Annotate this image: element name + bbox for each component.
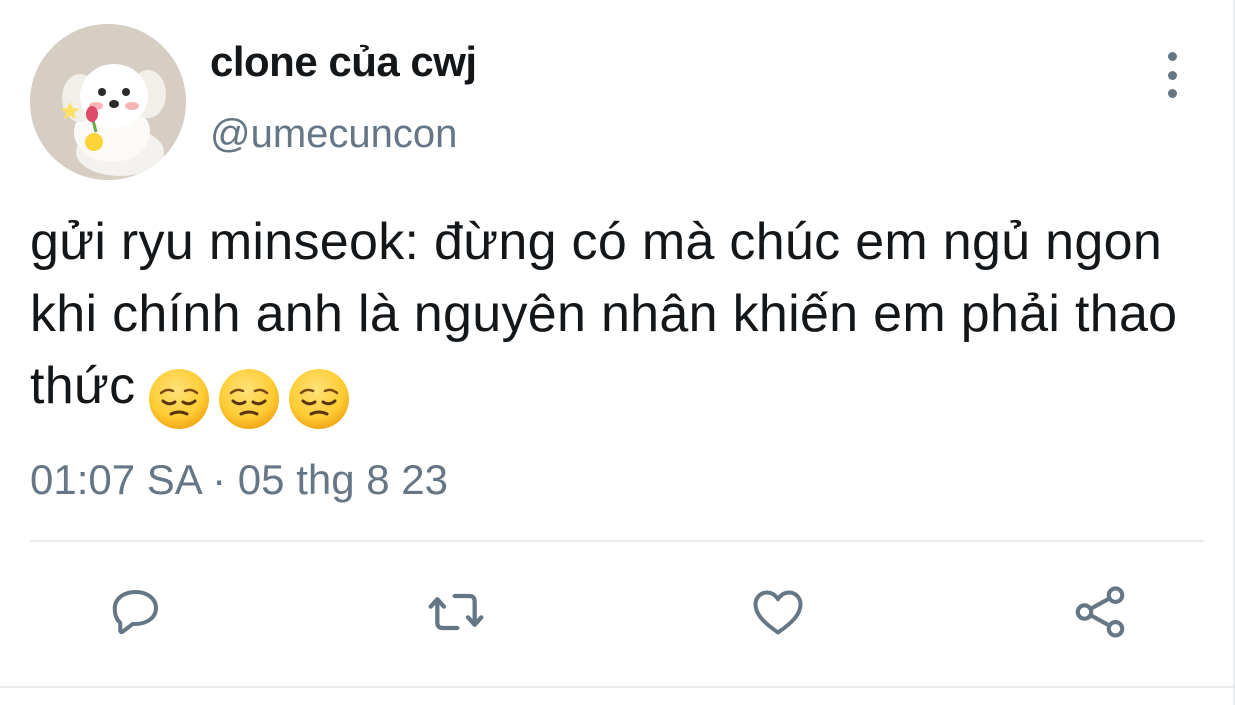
bottom-divider bbox=[0, 686, 1235, 688]
tweet-text-container: gửi ryu minseok: đừng có mà chúc em ngủ … bbox=[30, 206, 1210, 432]
retweet-icon bbox=[428, 593, 484, 631]
more-options-button[interactable] bbox=[1150, 52, 1194, 98]
divider bbox=[30, 540, 1204, 542]
tweet-card: clone của cwj @umecuncon gửi ryu minseok… bbox=[0, 0, 1235, 705]
share-button[interactable] bbox=[1068, 580, 1132, 644]
heart-icon bbox=[753, 590, 803, 635]
user-handle[interactable]: @umecuncon bbox=[210, 112, 457, 157]
tweet-timestamp[interactable]: 01:07 SA · 05 thg 8 23 bbox=[30, 456, 448, 504]
pensive-face-emoji bbox=[219, 369, 280, 430]
more-dot bbox=[1167, 70, 1177, 80]
retweet-button[interactable] bbox=[424, 580, 488, 644]
like-button[interactable] bbox=[746, 580, 810, 644]
tweet-actions-bar bbox=[0, 580, 1235, 646]
reply-icon bbox=[112, 590, 158, 635]
more-vertical-icon bbox=[1167, 52, 1177, 61]
avatar[interactable] bbox=[30, 24, 186, 180]
share-icon bbox=[1075, 586, 1125, 638]
more-dot bbox=[1167, 89, 1177, 98]
pensive-face-emoji bbox=[289, 369, 350, 430]
puppy-avatar-icon bbox=[30, 24, 186, 180]
emoji-row bbox=[147, 360, 357, 432]
reply-button[interactable] bbox=[104, 580, 168, 644]
display-name[interactable]: clone của cwj bbox=[210, 38, 477, 86]
pensive-face-emoji bbox=[149, 369, 210, 430]
